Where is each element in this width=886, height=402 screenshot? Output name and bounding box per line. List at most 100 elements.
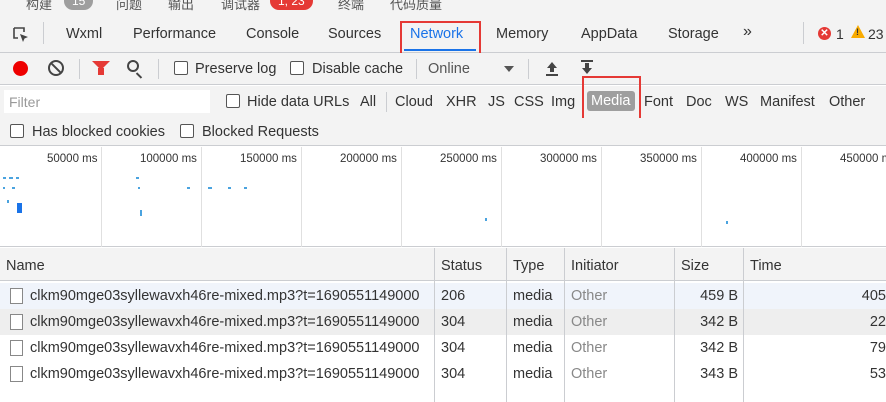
- request-type: media: [513, 314, 553, 330]
- top-tab-build[interactable]: 构建: [26, 0, 52, 12]
- throttling-select[interactable]: Online: [428, 61, 470, 77]
- request-name[interactable]: clkm90mge03syllewavxh46re-mixed.mp3?t=16…: [30, 340, 419, 356]
- tab-console[interactable]: Console: [246, 26, 299, 42]
- toolbar-separator: [79, 59, 80, 79]
- request-initiator[interactable]: Other: [571, 288, 607, 304]
- request-status: 206: [441, 288, 466, 304]
- filter-type-ws[interactable]: WS: [725, 94, 748, 110]
- table-row[interactable]: clkm90mge03syllewavxh46re-mixed.mp3?t=16…: [0, 361, 886, 387]
- top-tab-code-quality[interactable]: 代码质量: [390, 0, 442, 12]
- warning-count[interactable]: 23: [868, 26, 884, 42]
- top-tab-terminal[interactable]: 终端: [338, 0, 364, 12]
- filter-type-manifest[interactable]: Manifest: [760, 94, 815, 110]
- request-initiator[interactable]: Other: [571, 366, 607, 382]
- overview-tick-label: 150000 ms: [240, 153, 297, 165]
- overview-request-mark: [3, 187, 5, 189]
- export-har-icon[interactable]: [580, 60, 594, 76]
- request-initiator[interactable]: Other: [571, 314, 607, 330]
- request-initiator[interactable]: Other: [571, 340, 607, 356]
- network-overview-timeline[interactable]: 50000 ms 100000 ms 150000 ms 200000 ms 2…: [0, 147, 886, 247]
- search-icon[interactable]: [127, 60, 139, 72]
- filter-type-cloud[interactable]: Cloud: [395, 94, 433, 110]
- tab-storage[interactable]: Storage: [668, 26, 719, 42]
- filter-type-all[interactable]: All: [360, 94, 376, 110]
- tab-performance[interactable]: Performance: [133, 26, 216, 42]
- toolbar-separator: [528, 59, 529, 79]
- column-divider[interactable]: [506, 248, 507, 402]
- filter-type-doc[interactable]: Doc: [686, 94, 712, 110]
- request-name[interactable]: clkm90mge03syllewavxh46re-mixed.mp3?t=16…: [30, 314, 419, 330]
- overview-gridline: [501, 147, 502, 247]
- column-header-name[interactable]: Name: [6, 258, 45, 274]
- filter-type-css[interactable]: CSS: [514, 94, 544, 110]
- overview-request-mark: [138, 187, 140, 189]
- overview-request-mark: [187, 187, 190, 189]
- hide-data-urls-label[interactable]: Hide data URLs: [247, 94, 349, 110]
- column-divider[interactable]: [743, 248, 744, 402]
- disable-cache-checkbox[interactable]: [290, 61, 304, 75]
- import-har-icon[interactable]: [545, 60, 559, 76]
- table-row[interactable]: clkm90mge03syllewavxh46re-mixed.mp3?t=16…: [0, 309, 886, 335]
- top-tab-output[interactable]: 输出: [168, 0, 194, 12]
- overview-request-mark: [12, 187, 15, 189]
- request-table-header: Name Status Type Initiator Size Time: [0, 248, 886, 281]
- overview-request-mark: [9, 177, 13, 179]
- overview-tick-label: 300000 ms: [540, 153, 597, 165]
- column-header-type[interactable]: Type: [513, 258, 544, 274]
- filter-input[interactable]: [4, 90, 210, 113]
- error-icon[interactable]: ✕: [818, 27, 831, 40]
- has-blocked-cookies-checkbox[interactable]: [10, 124, 24, 138]
- request-name[interactable]: clkm90mge03syllewavxh46re-mixed.mp3?t=16…: [30, 288, 419, 304]
- overview-tick-label: 350000 ms: [640, 153, 697, 165]
- top-tab-debugger[interactable]: 调试器: [221, 0, 260, 12]
- request-type: media: [513, 340, 553, 356]
- blocked-requests-checkbox[interactable]: [180, 124, 194, 138]
- toolbar-separator: [158, 59, 159, 79]
- overview-request-mark: [16, 177, 19, 179]
- filter-type-other[interactable]: Other: [829, 94, 865, 110]
- request-name[interactable]: clkm90mge03syllewavxh46re-mixed.mp3?t=16…: [30, 366, 419, 382]
- column-header-size[interactable]: Size: [681, 258, 709, 274]
- overview-tick-label: 50000 ms: [47, 153, 98, 165]
- filter-type-img[interactable]: Img: [551, 94, 575, 110]
- more-tabs-chevron-icon[interactable]: »: [743, 23, 752, 41]
- request-size: 459 B: [700, 288, 738, 304]
- disable-cache-label[interactable]: Disable cache: [312, 61, 403, 77]
- filter-type-js[interactable]: JS: [488, 94, 505, 110]
- request-size: 342 B: [700, 314, 738, 330]
- table-row[interactable]: clkm90mge03syllewavxh46re-mixed.mp3?t=16…: [0, 335, 886, 361]
- blocked-requests-label[interactable]: Blocked Requests: [202, 124, 319, 140]
- column-divider[interactable]: [564, 248, 565, 402]
- preserve-log-label[interactable]: Preserve log: [195, 61, 276, 77]
- overview-gridline: [101, 147, 102, 247]
- tab-wxml[interactable]: Wxml: [66, 26, 102, 42]
- column-header-time[interactable]: Time: [750, 258, 782, 274]
- has-blocked-cookies-label[interactable]: Has blocked cookies: [32, 124, 165, 140]
- tab-memory[interactable]: Memory: [496, 26, 548, 42]
- filter-type-xhr[interactable]: XHR: [446, 94, 477, 110]
- top-tab-problems[interactable]: 问题: [116, 0, 142, 12]
- tab-appdata[interactable]: AppData: [581, 26, 637, 42]
- clear-icon[interactable]: [48, 60, 64, 76]
- chevron-down-icon[interactable]: [504, 66, 514, 72]
- request-type: media: [513, 288, 553, 304]
- overview-request-mark: [3, 177, 6, 179]
- filter-separator: [386, 92, 387, 112]
- preserve-log-checkbox[interactable]: [174, 61, 188, 75]
- hide-data-urls-checkbox[interactable]: [226, 94, 240, 108]
- filter-funnel-icon-stem: [98, 68, 104, 75]
- column-divider[interactable]: [434, 248, 435, 402]
- request-time: 53: [869, 366, 886, 382]
- filter-type-font[interactable]: Font: [644, 94, 673, 110]
- error-count[interactable]: 1: [836, 26, 844, 42]
- inspect-element-icon[interactable]: [12, 26, 30, 44]
- top-badge-count: 15: [64, 0, 94, 10]
- column-divider[interactable]: [674, 248, 675, 402]
- column-header-status[interactable]: Status: [441, 258, 482, 274]
- record-icon[interactable]: [13, 61, 28, 76]
- overview-request-mark: [140, 210, 142, 216]
- column-header-initiator[interactable]: Initiator: [571, 258, 619, 274]
- tab-sources[interactable]: Sources: [328, 26, 381, 42]
- table-row[interactable]: clkm90mge03syllewavxh46re-mixed.mp3?t=16…: [0, 283, 886, 309]
- request-status: 304: [441, 340, 466, 356]
